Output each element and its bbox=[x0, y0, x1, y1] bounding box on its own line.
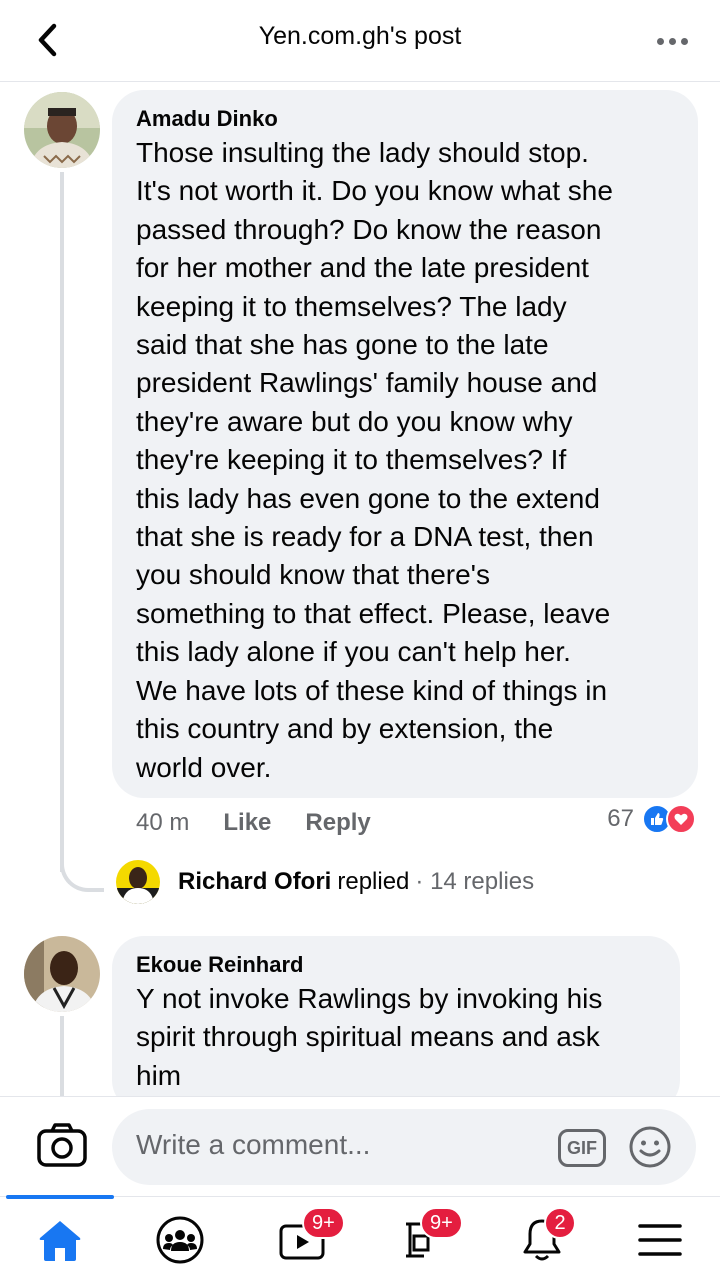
camera-button[interactable] bbox=[36, 1121, 88, 1169]
menu-icon bbox=[638, 1224, 682, 1256]
replier-name: Richard Ofori bbox=[178, 868, 332, 895]
marketplace-badge: 9+ bbox=[420, 1207, 463, 1239]
replied-label: replied bbox=[337, 868, 410, 895]
comment-input-placeholder: Write a comment... bbox=[136, 1129, 371, 1160]
reply-button[interactable]: Reply bbox=[305, 809, 370, 837]
comment-bubble[interactable]: Amadu Dinko Those insulting the lady sho… bbox=[112, 90, 698, 798]
notifications-badge: 2 bbox=[544, 1207, 576, 1239]
reactions-summary[interactable]: 67 bbox=[607, 804, 696, 834]
comment-text: Those insulting the lady should stop. It… bbox=[136, 137, 613, 783]
nav-menu[interactable] bbox=[630, 1213, 690, 1267]
more-dots-icon bbox=[656, 37, 664, 45]
thread-line-curve bbox=[60, 852, 104, 892]
comment-author[interactable]: Ekoue Reinhard bbox=[136, 950, 656, 980]
comment-text: Y not invoke Rawlings by invoking his sp… bbox=[136, 983, 603, 1091]
page-title: Yen.com.gh's post bbox=[258, 22, 462, 50]
avatar[interactable] bbox=[24, 936, 100, 1012]
comment-composer: Write a comment... GIF bbox=[0, 1096, 720, 1196]
thread-line bbox=[60, 1016, 64, 1096]
replies-count: · 14 replies bbox=[415, 868, 535, 895]
comment-input[interactable]: Write a comment... GIF bbox=[112, 1109, 696, 1185]
comment-timestamp[interactable]: 40 m bbox=[136, 809, 189, 837]
avatar[interactable] bbox=[24, 92, 100, 168]
groups-icon bbox=[156, 1216, 204, 1264]
nav-home[interactable] bbox=[30, 1213, 90, 1267]
more-options-button[interactable] bbox=[652, 26, 692, 56]
active-tab-indicator bbox=[6, 1195, 114, 1199]
post-header: Yen.com.gh's post bbox=[0, 0, 720, 82]
gif-button[interactable]: GIF bbox=[558, 1129, 606, 1167]
emoji-icon bbox=[629, 1126, 671, 1168]
avatar bbox=[116, 860, 160, 904]
camera-icon bbox=[37, 1123, 87, 1167]
view-replies-row[interactable]: Richard Ofori replied · 14 replies bbox=[116, 860, 534, 904]
thread-line bbox=[60, 172, 64, 872]
comment-author[interactable]: Amadu Dinko bbox=[136, 104, 674, 134]
emoji-button[interactable] bbox=[628, 1125, 672, 1169]
nav-groups[interactable] bbox=[150, 1213, 210, 1267]
home-icon bbox=[39, 1221, 81, 1261]
like-button[interactable]: Like bbox=[223, 809, 271, 837]
watch-badge: 9+ bbox=[302, 1207, 345, 1239]
comment-bubble[interactable]: Ekoue Reinhard Y not invoke Rawlings by … bbox=[112, 936, 680, 1112]
comment-actions: 40 m Like Reply bbox=[136, 806, 405, 840]
avatar-image bbox=[24, 92, 100, 168]
reaction-count: 67 bbox=[607, 805, 634, 832]
bottom-nav: 9+ 9+ 2 bbox=[0, 1195, 720, 1280]
avatar-image bbox=[24, 936, 100, 1012]
love-icon bbox=[666, 804, 696, 834]
